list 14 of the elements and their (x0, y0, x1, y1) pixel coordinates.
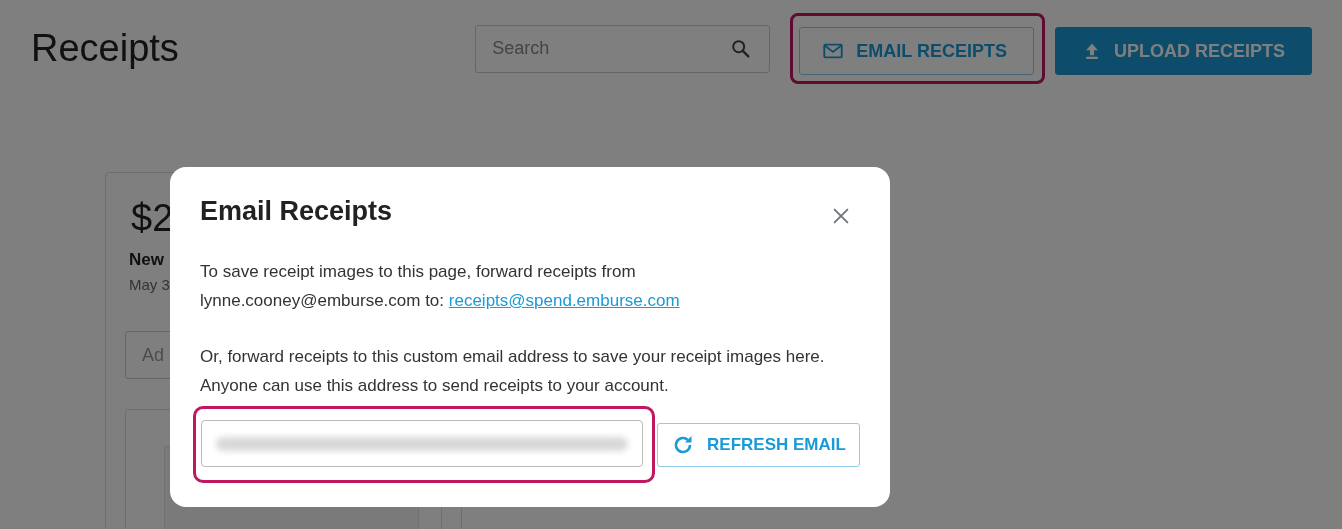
instruction-text: Or, forward receipts to this custom email address to save your receipt images here. Anyone can use this address to send receipts to your account. (200, 346, 826, 397)
merchant-name: New (129, 250, 165, 270)
receipt-date: May 3 (129, 276, 171, 293)
page-title: Receipts (31, 27, 179, 70)
search-field[interactable]: Search (475, 24, 771, 73)
email-address-field[interactable] (201, 420, 643, 467)
dialog-title: Email Receipts (200, 195, 393, 227)
search-icon (730, 37, 753, 60)
instruction-text: To save receipt images to this page, forward receipts from lynne.cooney@emburse.com to: receipts@spend.emburse.com (200, 261, 681, 312)
upload-button[interactable]: UPLOAD RECEIPTS (1054, 27, 1312, 75)
email-button[interactable]: EMAIL RECEIPTS (799, 27, 1034, 75)
email-link[interactable]: receipts@spend.emburse.com (448, 291, 680, 310)
refresh-email-button[interactable]: REFRESH EMAIL (657, 422, 860, 467)
amount-text: $2 (131, 197, 174, 240)
